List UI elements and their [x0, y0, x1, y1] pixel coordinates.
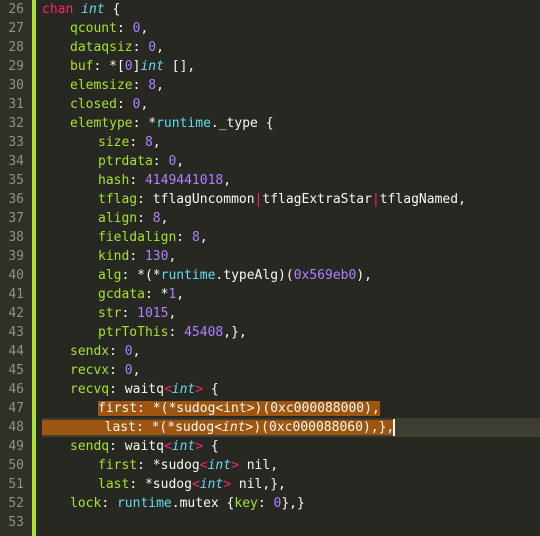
code-line[interactable]: first: *(*sudog<int>)(0xc000088000),: [42, 399, 540, 418]
code-line[interactable]: elemsize: 8,: [42, 76, 540, 95]
line-number: 49: [6, 437, 24, 456]
text-selection: first: *(*sudog<int>)(0xc000088000),: [98, 401, 380, 416]
line-number: 29: [6, 57, 24, 76]
code-line[interactable]: alg: *(*runtime.typeAlg)(0x569eb0),: [42, 266, 540, 285]
line-number: 51: [6, 475, 24, 494]
line-number: 28: [6, 38, 24, 57]
code-line[interactable]: qcount: 0,: [42, 19, 540, 38]
code-line[interactable]: str: 1015,: [42, 304, 540, 323]
line-number: 39: [6, 247, 24, 266]
code-line[interactable]: buf: *[0]int [],: [42, 57, 540, 76]
line-number: 53: [6, 513, 24, 532]
text-cursor: [393, 419, 395, 436]
line-number: 35: [6, 171, 24, 190]
line-number: 47: [6, 399, 24, 418]
line-number: 44: [6, 342, 24, 361]
code-line[interactable]: ptrToThis: 45408,},: [42, 323, 540, 342]
code-line[interactable]: first: *sudog<int> nil,: [42, 456, 540, 475]
code-line[interactable]: recvq: waitq<int> {: [42, 380, 540, 399]
line-number: 40: [6, 266, 24, 285]
code-line[interactable]: gcdata: *1,: [42, 285, 540, 304]
line-number: 38: [6, 228, 24, 247]
line-number: 26: [6, 0, 24, 19]
code-line[interactable]: align: 8,: [42, 209, 540, 228]
line-number: 45: [6, 361, 24, 380]
line-number: 36: [6, 190, 24, 209]
line-number: 42: [6, 304, 24, 323]
code-line[interactable]: kind: 130,: [42, 247, 540, 266]
code-line[interactable]: [42, 513, 540, 532]
code-line[interactable]: sendx: 0,: [42, 342, 540, 361]
line-number: 50: [6, 456, 24, 475]
code-line[interactable]: size: 8,: [42, 133, 540, 152]
code-line[interactable]: recvx: 0,: [42, 361, 540, 380]
line-number: 48: [6, 418, 24, 437]
code-area[interactable]: chan int { qcount: 0, dataqsiz: 0, buf: …: [36, 0, 540, 536]
code-line[interactable]: ptrdata: 0,: [42, 152, 540, 171]
line-number: 52: [6, 494, 24, 513]
code-line[interactable]: dataqsiz: 0,: [42, 38, 540, 57]
text-selection: last: *(*sudog<int>)(0xc000088060),},: [42, 420, 394, 435]
code-line[interactable]: last: *sudog<int> nil,},: [42, 475, 540, 494]
code-line[interactable]: lock: runtime.mutex {key: 0},}: [42, 494, 540, 513]
code-line-active[interactable]: last: *(*sudog<int>)(0xc000088060),},: [42, 418, 540, 437]
code-line[interactable]: chan int {: [42, 0, 540, 19]
line-number: 33: [6, 133, 24, 152]
line-number: 27: [6, 19, 24, 38]
code-line[interactable]: sendq: waitq<int> {: [42, 437, 540, 456]
line-number: 37: [6, 209, 24, 228]
code-line[interactable]: elemtype: *runtime._type {: [42, 114, 540, 133]
line-number: 41: [6, 285, 24, 304]
code-line[interactable]: hash: 4149441018,: [42, 171, 540, 190]
line-number: 46: [6, 380, 24, 399]
code-line[interactable]: closed: 0,: [42, 95, 540, 114]
code-line[interactable]: fieldalign: 8,: [42, 228, 540, 247]
line-number: 43: [6, 323, 24, 342]
line-number: 30: [6, 76, 24, 95]
line-number: 34: [6, 152, 24, 171]
line-number-gutter: 26 27 28 29 30 31 32 33 34 35 36 37 38 3…: [0, 0, 32, 536]
code-editor[interactable]: 26 27 28 29 30 31 32 33 34 35 36 37 38 3…: [0, 0, 540, 536]
code-line[interactable]: tflag: tflagUncommon|tflagExtraStar|tfla…: [42, 190, 540, 209]
line-number: 32: [6, 114, 24, 133]
line-number: 31: [6, 95, 24, 114]
